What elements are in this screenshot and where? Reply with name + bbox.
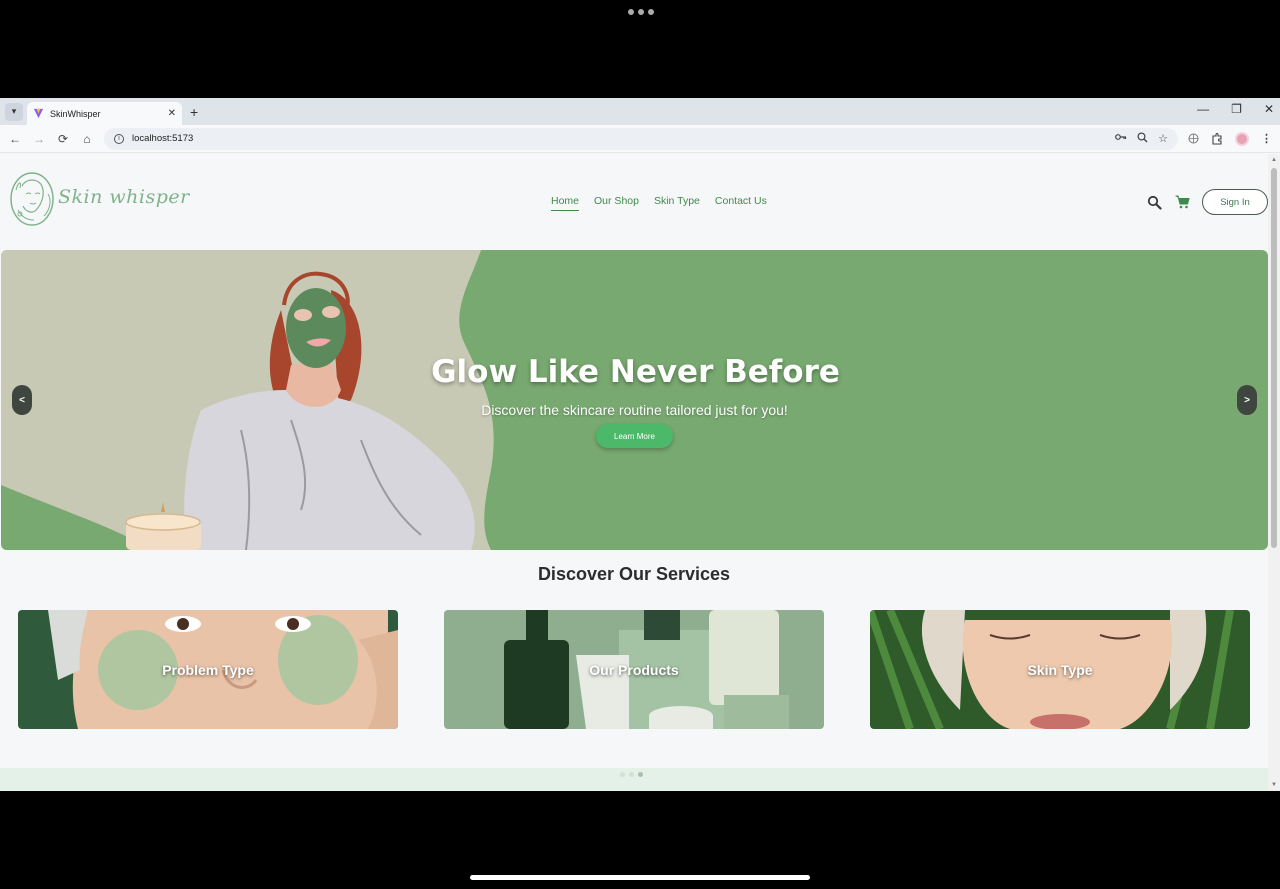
home-indicator[interactable] (470, 875, 810, 880)
browser-tab-active[interactable]: SkinWhisper ✕ (27, 102, 182, 125)
restore-button[interactable]: ❐ (1231, 102, 1242, 116)
zoom-icon[interactable] (1137, 132, 1148, 143)
device-screen: ▾ SkinWhisper ✕ + — ❐ ✕ ← → ⟳ ⌂ i localh… (0, 0, 1280, 889)
page-scrollbar[interactable]: ▲ ▼ (1268, 154, 1280, 791)
site-logo[interactable]: Skin whisper (8, 170, 190, 228)
main-nav: Home Our Shop Skin Type Contact Us (551, 195, 767, 211)
services-heading: Discover Our Services (537, 564, 731, 584)
close-window-button[interactable]: ✕ (1264, 102, 1274, 116)
extension-globe-icon[interactable] (1188, 133, 1199, 144)
service-card-label: Skin Type (1027, 662, 1093, 678)
web-page: Skin whisper Home Our Shop Skin Type Con… (0, 154, 1268, 791)
service-card-label: Our Products (589, 662, 679, 678)
sign-in-button[interactable]: Sign In (1202, 189, 1268, 215)
hero-carousel: Glow Like Never Before Discover the skin… (1, 250, 1268, 550)
scrollbar-thumb[interactable] (1271, 168, 1277, 548)
new-tab-button[interactable]: + (190, 104, 198, 120)
search-icon[interactable] (1146, 194, 1162, 210)
carousel-prev-button[interactable]: < (12, 385, 32, 415)
home-icon[interactable]: ⌂ (80, 132, 94, 146)
carousel-indicator-dots (620, 772, 643, 777)
service-card-label: Problem Type (162, 662, 254, 678)
scroll-up-arrow-icon[interactable]: ▲ (1271, 157, 1277, 163)
vite-favicon-icon (33, 108, 44, 119)
password-key-icon[interactable] (1115, 132, 1127, 142)
browser-window: ▾ SkinWhisper ✕ + — ❐ ✕ ← → ⟳ ⌂ i localh… (0, 98, 1280, 791)
cart-icon[interactable] (1174, 194, 1190, 210)
url-text[interactable]: localhost:5173 (132, 133, 1107, 144)
scroll-down-arrow-icon[interactable]: ▼ (1271, 782, 1277, 788)
tab-close-icon[interactable]: ✕ (168, 108, 176, 119)
site-header: Skin whisper Home Our Shop Skin Type Con… (0, 154, 1268, 248)
extensions-puzzle-icon[interactable] (1211, 132, 1223, 145)
nav-link-skin-type[interactable]: Skin Type (654, 195, 700, 211)
menu-kebab-icon[interactable]: ⋮ (1261, 132, 1272, 145)
services-cards: Problem Type Our Products Skin Type (18, 610, 1250, 729)
carousel-next-button[interactable]: > (1237, 385, 1257, 415)
profile-avatar[interactable] (1235, 131, 1249, 146)
hero-title: Glow Like Never Before (431, 354, 840, 390)
logo-wordmark: Skin whisper (58, 186, 190, 208)
tab-strip: ▾ SkinWhisper ✕ + — ❐ ✕ (0, 98, 1280, 125)
address-bar[interactable]: i localhost:5173 ☆ (104, 127, 1178, 150)
site-info-icon[interactable]: i (114, 133, 124, 144)
minimize-button[interactable]: — (1197, 102, 1209, 116)
carousel-dot[interactable] (620, 772, 625, 777)
tab-title: SkinWhisper (50, 108, 101, 119)
multitask-dots[interactable] (628, 9, 654, 15)
logo-face-icon (10, 172, 54, 226)
service-card-our-products[interactable]: Our Products (444, 610, 824, 729)
learn-more-button[interactable]: Learn More (596, 424, 673, 448)
service-card-skin-type[interactable]: Skin Type (870, 610, 1250, 729)
header-actions: Sign In (1146, 189, 1268, 215)
browser-toolbar: ← → ⟳ ⌂ i localhost:5173 ☆ ⋮ (0, 125, 1280, 153)
nav-link-our-shop[interactable]: Our Shop (594, 195, 639, 211)
forward-icon[interactable]: → (32, 132, 46, 146)
back-icon[interactable]: ← (8, 132, 22, 146)
hero-subtitle: Discover the skincare routine tailored j… (481, 402, 788, 418)
reload-icon[interactable]: ⟳ (56, 132, 70, 146)
service-card-problem-type[interactable]: Problem Type (18, 610, 398, 729)
hero-illustration (1, 250, 494, 550)
tab-search-button[interactable]: ▾ (5, 102, 23, 121)
nav-link-contact-us[interactable]: Contact Us (715, 195, 767, 211)
window-controls: — ❐ ✕ (1197, 102, 1274, 116)
carousel-dot-active[interactable] (638, 772, 643, 777)
carousel-dot[interactable] (629, 772, 634, 777)
bookmark-star-icon[interactable]: ☆ (1158, 132, 1168, 145)
nav-link-home[interactable]: Home (551, 195, 580, 211)
